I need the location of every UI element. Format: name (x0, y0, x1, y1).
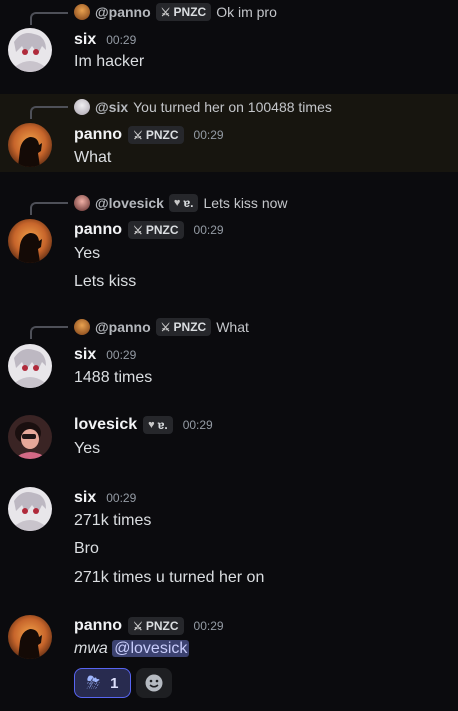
username[interactable]: six (74, 31, 96, 49)
reply-text: Lets kiss now (203, 195, 288, 211)
timestamp: 00:29 (106, 348, 137, 362)
message-text: 271k times (74, 512, 152, 529)
server-tag[interactable]: ♥ ɐ. (168, 194, 199, 212)
six-avatar[interactable] (8, 487, 52, 531)
timestamp: 00:29 (182, 418, 213, 432)
reply-text: What (216, 319, 249, 335)
username[interactable]: panno (74, 221, 122, 239)
panno-avatar[interactable] (8, 615, 52, 659)
storm-cloud-icon: ⛈ (86, 673, 101, 692)
reply-preview[interactable]: @lovesick ♥ ɐ. Lets kiss now (74, 193, 288, 213)
six-avatar[interactable] (8, 344, 52, 388)
reply-connector (30, 202, 68, 215)
timestamp: 00:29 (193, 223, 224, 237)
smiley-icon (145, 674, 163, 692)
reply-text: You turned her on 100488 times (133, 99, 332, 115)
message-text: Lets kiss (74, 273, 137, 290)
lovesick-avatar[interactable] (8, 415, 52, 459)
panno-mini-avatar (74, 319, 90, 335)
username[interactable]: six (74, 489, 96, 507)
reply-username[interactable]: @panno (95, 319, 151, 335)
user-mention[interactable]: @lovesick (112, 640, 190, 657)
username[interactable]: lovesick (74, 416, 137, 434)
sword-icon: ⚔ (133, 620, 143, 633)
lovesick-mini-avatar (74, 195, 90, 211)
reaction-button[interactable]: ⛈ 1 (74, 668, 131, 698)
message-text: Yes (74, 245, 101, 262)
message-text: Im hacker (74, 53, 145, 70)
heart-icon: ♥ (173, 197, 181, 209)
sword-icon: ⚔ (160, 6, 171, 19)
italic-text: mwa (74, 640, 108, 657)
message-text: Bro (74, 540, 99, 557)
reply-preview[interactable]: @panno ⚔ PNZC Ok im pro (74, 2, 277, 22)
six-mini-avatar (74, 99, 90, 115)
server-tag[interactable]: ⚔ PNZC (128, 126, 184, 144)
message-text: What (74, 149, 112, 166)
timestamp: 00:29 (106, 491, 137, 505)
timestamp: 00:29 (106, 33, 137, 47)
sword-icon: ⚔ (133, 224, 143, 237)
server-tag[interactable]: ♥ ɐ. (143, 416, 173, 434)
heart-icon: ♥ (148, 419, 155, 431)
reply-username[interactable]: @lovesick (95, 195, 164, 211)
reply-connector (30, 106, 68, 119)
sword-icon: ⚔ (133, 129, 143, 142)
username[interactable]: panno (74, 617, 122, 635)
panno-avatar[interactable] (8, 123, 52, 167)
reply-preview[interactable]: @panno ⚔ PNZC What (74, 317, 249, 337)
reaction-count: 1 (110, 674, 119, 692)
reply-connector (30, 12, 68, 25)
timestamp: 00:29 (193, 619, 224, 633)
panno-mini-avatar (74, 4, 90, 20)
add-reaction-button[interactable] (136, 668, 172, 698)
sword-icon: ⚔ (160, 321, 171, 334)
six-avatar[interactable] (8, 28, 52, 72)
message-text: 1488 times (74, 369, 153, 386)
reply-text: Ok im pro (216, 4, 277, 20)
server-tag[interactable]: ⚔ PNZC (128, 617, 184, 635)
message-text: 271k times u turned her on (74, 569, 265, 586)
message-text: mwa @lovesick (74, 640, 190, 658)
reply-username[interactable]: @panno (95, 4, 151, 20)
server-tag[interactable]: ⚔ PNZC (155, 318, 212, 336)
reply-connector (30, 326, 68, 339)
reply-username[interactable]: @six (95, 99, 128, 115)
username[interactable]: six (74, 346, 96, 364)
message-text: Yes (74, 440, 101, 457)
username[interactable]: panno (74, 126, 122, 144)
server-tag[interactable]: ⚔ PNZC (128, 221, 184, 239)
timestamp: 00:29 (193, 128, 224, 142)
reply-preview[interactable]: @six You turned her on 100488 times (74, 97, 332, 117)
server-tag[interactable]: ⚔ PNZC (155, 3, 212, 21)
panno-avatar[interactable] (8, 219, 52, 263)
